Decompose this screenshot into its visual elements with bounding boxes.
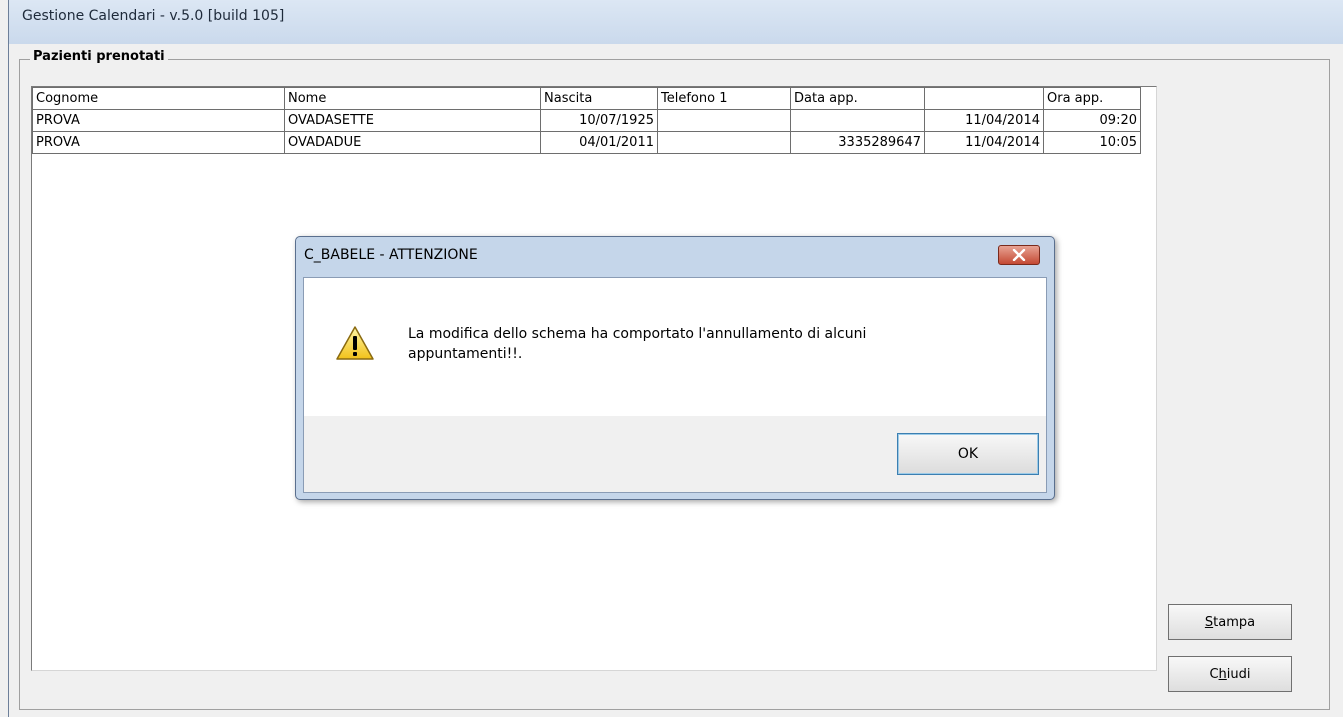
column-header-cognome[interactable]: Cognome (32, 87, 285, 110)
message-line-2: appuntamenti!!. (408, 346, 523, 362)
chiudi-label-end: iudi (1226, 666, 1251, 682)
message-line-1: La modifica dello schema ha comportato l… (408, 326, 867, 342)
dialog-body: La modifica dello schema ha comportato l… (303, 277, 1047, 493)
window-title: Gestione Calendari - v.5.0 [build 105] (22, 8, 285, 24)
cell-date: 11/04/2014 (924, 109, 1044, 132)
table-row[interactable]: PROVA OVADASETTE 10/07/1925 11/04/2014 0… (32, 109, 1141, 132)
cell-nascita: 10/07/1925 (540, 109, 658, 132)
cell-date: 11/04/2014 (924, 131, 1044, 154)
chiudi-button[interactable]: Ch iudi (1168, 656, 1292, 692)
cell-nascita: 04/01/2011 (540, 131, 658, 154)
cell-nome: OVADADUE (284, 131, 541, 154)
column-header-nascita[interactable]: Nascita (540, 87, 658, 110)
attention-dialog: C_BABELE - ATTENZIONE La modifica dello … (295, 236, 1055, 500)
column-header-data-app[interactable]: Data app. (790, 87, 925, 110)
cell-telefono (657, 109, 791, 132)
table-header-row: Cognome Nome Nascita Telefono 1 Data app… (32, 87, 1141, 110)
dialog-message: La modifica dello schema ha comportato l… (408, 324, 1008, 364)
column-header-ora-app[interactable]: Ora app. (1043, 87, 1141, 110)
stampa-button[interactable]: Stampa (1168, 604, 1292, 640)
cell-cognome: PROVA (32, 109, 285, 132)
column-header-blank[interactable] (924, 87, 1044, 110)
cell-telefono (657, 131, 791, 154)
patients-table: Cognome Nome Nascita Telefono 1 Data app… (32, 87, 1141, 154)
column-header-telefono[interactable]: Telefono 1 (657, 87, 791, 110)
stampa-label: tampa (1213, 614, 1256, 630)
ok-button[interactable]: OK (897, 433, 1039, 475)
close-x-glyph (1012, 249, 1026, 261)
cell-data-app (790, 109, 925, 132)
cell-nome: OVADASETTE (284, 109, 541, 132)
cell-cognome: PROVA (32, 131, 285, 154)
title-bar[interactable]: Gestione Calendari - v.5.0 [build 105] (9, 0, 1343, 44)
cell-ora-app: 10:05 (1043, 131, 1141, 154)
cell-data-app: 3335289647 (790, 131, 925, 154)
close-icon[interactable] (998, 245, 1040, 265)
warning-icon (336, 326, 374, 360)
chiudi-label-start: C (1209, 666, 1219, 682)
message-area: La modifica dello schema ha comportato l… (304, 278, 1046, 416)
group-label: Pazienti prenotati (30, 49, 168, 64)
chiudi-accesskey: h (1218, 666, 1227, 682)
cell-ora-app: 09:20 (1043, 109, 1141, 132)
column-header-nome[interactable]: Nome (284, 87, 541, 110)
stampa-accesskey: S (1204, 614, 1214, 630)
table-row[interactable]: PROVA OVADADUE 04/01/2011 3335289647 11/… (32, 131, 1141, 154)
dialog-title: C_BABELE - ATTENZIONE (304, 247, 478, 263)
